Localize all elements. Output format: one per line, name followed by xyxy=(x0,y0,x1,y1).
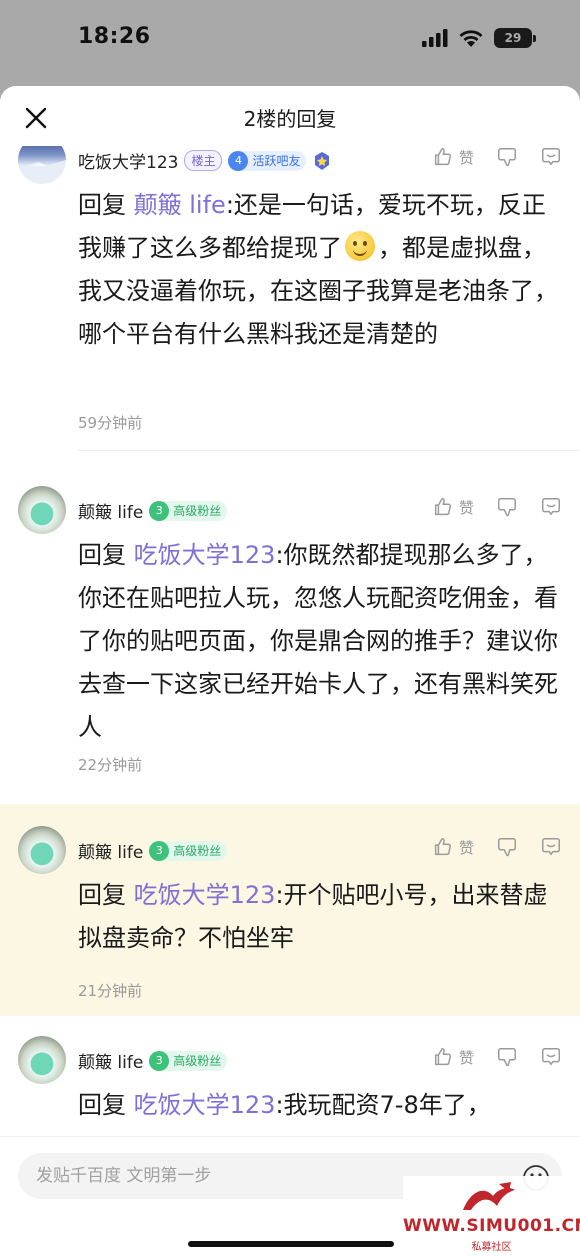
reply-text: 回复 吃饭大学123:你既然都提现那么多了，你还在贴吧拉人玩，忽悠人玩配资吃佣金… xyxy=(78,534,568,749)
watermark-subtitle: 私募社区 xyxy=(471,1242,512,1253)
reply-button[interactable] xyxy=(540,496,562,518)
like-label: 赞 xyxy=(458,838,474,857)
author-line: 颠簸 life 3 高级粉丝 xyxy=(78,1048,228,1073)
author-line: 颠簸 life 3 高级粉丝 xyxy=(78,838,228,863)
dislike-button[interactable] xyxy=(496,1046,518,1068)
thumbs-up-icon xyxy=(434,148,452,166)
like-label: 赞 xyxy=(458,1048,474,1067)
sheet-header: 2楼的回复 xyxy=(0,86,580,146)
thumbs-down-icon xyxy=(498,1048,516,1067)
battery-icon: 29 xyxy=(494,28,536,48)
thumbs-down-icon xyxy=(498,838,516,857)
replies-sheet: 2楼的回复 吃饭大学123 楼主 4 活跃吧友 赞 回复 颠簸 life:还是一… xyxy=(0,86,580,1257)
watermark: WWW.SIMU001.CN 私募社区 xyxy=(403,1176,580,1257)
thumbs-down-icon xyxy=(498,498,516,517)
reply-list[interactable]: 吃饭大学123 楼主 4 活跃吧友 赞 回复 颠簸 life:还是一句话，爱玩不… xyxy=(0,146,580,1136)
smile-emoji-icon xyxy=(345,231,375,261)
mention-link[interactable]: 吃饭大学123 xyxy=(134,541,276,569)
level-title: 高级粉丝 xyxy=(173,844,222,858)
wifi-icon xyxy=(459,29,483,47)
timestamp: 59分钟前 xyxy=(78,414,143,432)
like-button[interactable]: 赞 xyxy=(432,1046,474,1068)
reply-text: 回复 吃饭大学123:开个贴吧小号，出来替虚拟盘卖命？不怕坐牢 xyxy=(78,874,568,960)
avatar[interactable] xyxy=(18,826,66,874)
thumbs-up-icon xyxy=(434,838,452,856)
avatar[interactable] xyxy=(18,146,66,184)
level-badge: 3 高级粉丝 xyxy=(149,840,228,861)
level-badge: 3 高级粉丝 xyxy=(149,500,228,521)
reply-body: :你既然都提现那么多了，你还在贴吧拉人玩，忽悠人玩配资吃佣金，看了你的贴吧页面，… xyxy=(78,541,558,741)
level-number: 3 xyxy=(149,1050,170,1071)
mention-link[interactable]: 颠簸 life xyxy=(134,191,226,219)
reply-actions: 赞 xyxy=(410,1046,562,1068)
author-line: 颠簸 life 3 高级粉丝 xyxy=(78,498,228,523)
reply-prefix: 回复 xyxy=(78,881,134,909)
divider xyxy=(78,450,580,451)
timestamp: 21分钟前 xyxy=(78,982,143,1000)
comment-icon xyxy=(542,498,560,516)
dislike-button[interactable] xyxy=(496,836,518,858)
reply-button[interactable] xyxy=(540,1046,562,1068)
like-button[interactable]: 赞 xyxy=(432,146,474,168)
level-badge: 3 高级粉丝 xyxy=(149,1050,228,1071)
author-name[interactable]: 颠簸 life xyxy=(78,838,143,863)
reply-prefix: 回复 xyxy=(78,541,134,569)
watermark-url: WWW.SIMU001.CN xyxy=(403,1216,580,1236)
like-button[interactable]: 赞 xyxy=(432,836,474,858)
avatar[interactable] xyxy=(18,486,66,534)
status-time: 18:26 xyxy=(78,24,151,49)
dislike-button[interactable] xyxy=(496,496,518,518)
reply-text: 回复 颠簸 life:还是一句话，爱玩不玩，反正我赚了这么多都给提现了 ，都是虚拟… xyxy=(78,184,568,356)
thumbs-up-icon xyxy=(434,1048,452,1066)
like-label: 赞 xyxy=(458,148,474,167)
reply-body: :我玩配资7-8年了， xyxy=(275,1091,491,1119)
op-badge: 楼主 xyxy=(184,150,223,171)
level-title: 高级粉丝 xyxy=(173,504,222,518)
reply-text: 回复 吃饭大学123:我玩配资7-8年了， xyxy=(78,1084,568,1127)
reply-item[interactable]: 颠簸 life 3 高级粉丝 赞 回复 吃饭大学123:你既然都提现那么多了，你… xyxy=(0,476,580,796)
avatar-image xyxy=(18,160,66,184)
level-title: 高级粉丝 xyxy=(173,1054,222,1068)
comment-icon xyxy=(542,1048,560,1066)
reply-prefix: 回复 xyxy=(78,1091,134,1119)
sheet-title: 2楼的回复 xyxy=(243,107,337,131)
author-line: 吃饭大学123 楼主 4 活跃吧友 xyxy=(78,148,332,173)
reply-actions: 赞 xyxy=(410,836,562,858)
cellular-signal-icon xyxy=(422,29,448,47)
comment-icon xyxy=(542,148,560,166)
rank-icon xyxy=(315,151,330,170)
status-bar: 18:26 29 xyxy=(0,0,580,86)
thumbs-down-icon xyxy=(498,148,516,167)
timestamp: 22分钟前 xyxy=(78,756,143,774)
reply-button[interactable] xyxy=(540,146,562,168)
author-name[interactable]: 吃饭大学123 xyxy=(78,148,178,173)
mention-link[interactable]: 吃饭大学123 xyxy=(134,1091,276,1119)
author-name[interactable]: 颠簸 life xyxy=(78,498,143,523)
home-indicator xyxy=(188,1241,394,1247)
thumbs-up-icon xyxy=(434,498,452,516)
watermark-logo-icon xyxy=(463,1182,515,1210)
reply-actions: 赞 xyxy=(410,496,562,518)
mention-link[interactable]: 吃饭大学123 xyxy=(134,881,276,909)
like-button[interactable]: 赞 xyxy=(432,496,474,518)
level-number: 4 xyxy=(228,150,249,171)
level-badge: 4 活跃吧友 xyxy=(228,150,307,171)
level-number: 3 xyxy=(149,500,170,521)
status-icons: 29 xyxy=(422,28,536,48)
level-number: 3 xyxy=(149,840,170,861)
reply-actions: 赞 xyxy=(410,146,562,168)
level-title: 活跃吧友 xyxy=(252,154,301,168)
reply-item[interactable]: 颠簸 life 3 高级粉丝 赞 回复 吃饭大学123:我玩配资7-8年了， xyxy=(0,1026,580,1136)
reply-prefix: 回复 xyxy=(78,191,134,219)
author-name[interactable]: 颠簸 life xyxy=(78,1048,143,1073)
comment-icon xyxy=(542,838,560,856)
avatar[interactable] xyxy=(18,1036,66,1084)
reply-button[interactable] xyxy=(540,836,562,858)
dislike-button[interactable] xyxy=(496,146,518,168)
reply-item-highlighted[interactable]: 颠簸 life 3 高级粉丝 赞 回复 吃饭大学123:开个贴吧小号，出来替虚拟… xyxy=(0,804,580,1016)
reply-item[interactable]: 吃饭大学123 楼主 4 活跃吧友 赞 回复 颠簸 life:还是一句话，爱玩不… xyxy=(0,146,580,462)
like-label: 赞 xyxy=(458,498,474,517)
